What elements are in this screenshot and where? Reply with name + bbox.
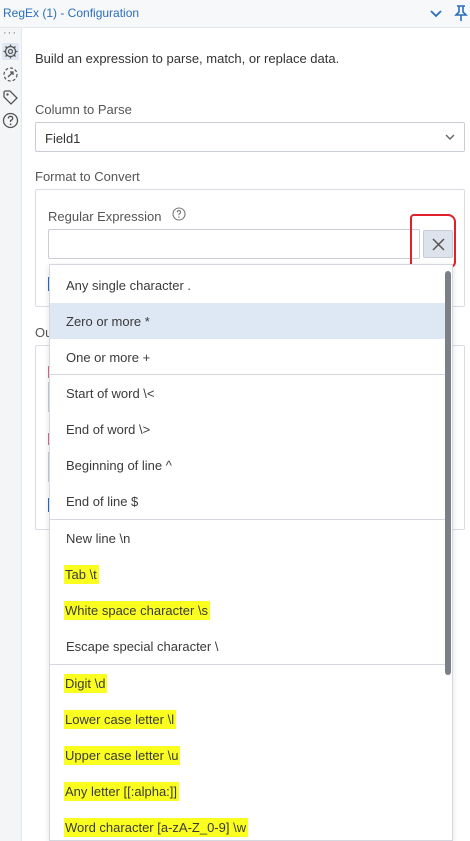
regular-expression-input[interactable]: [48, 229, 420, 259]
menu-item-label: Tab \t: [64, 565, 99, 584]
tool-description: Build an expression to parse, match, or …: [35, 51, 340, 66]
format-to-convert-label: Format to Convert: [35, 169, 140, 184]
menu-item-label: End of line $: [66, 494, 139, 509]
menu-item-digit[interactable]: Digit \d: [50, 665, 446, 701]
menu-item-label: Any letter [[:alpha:]]: [64, 782, 180, 801]
menu-item-word-character[interactable]: Word character [a-zA-Z_0-9] \w: [50, 809, 446, 840]
menu-item-new-line[interactable]: New line \n: [50, 520, 446, 556]
gear-icon[interactable]: [2, 43, 19, 60]
menu-item-white-space[interactable]: White space character \s: [50, 592, 446, 628]
menu-item-label: Any single character .: [66, 278, 192, 293]
menu-item-label: Lower case letter \l: [64, 710, 177, 729]
pin-icon[interactable]: [453, 4, 469, 22]
menu-item-zero-or-more[interactable]: Zero or more *: [50, 303, 446, 339]
more-dots-icon[interactable]: ···: [3, 27, 17, 39]
menu-item-end-of-line[interactable]: End of line $: [50, 483, 446, 519]
menu-item-label: End of word \>: [66, 422, 151, 437]
menu-item-any-single-character[interactable]: Any single character .: [50, 267, 446, 303]
menu-item-one-or-more[interactable]: One or more +: [50, 339, 446, 375]
question-icon[interactable]: [172, 207, 186, 221]
annotation-highlight-box: [410, 214, 456, 268]
menu-item-end-of-word[interactable]: End of word \>: [50, 411, 446, 447]
column-to-parse-value: Field1: [45, 131, 81, 146]
regex-label: Regular Expression: [48, 209, 162, 224]
menu-item-escape-special[interactable]: Escape special character \: [50, 628, 446, 664]
side-toolbar: ···: [0, 27, 22, 841]
tag-icon[interactable]: [2, 89, 19, 106]
column-to-parse-select[interactable]: Field1: [35, 122, 465, 152]
regex-tokens-menu[interactable]: Any single character . Zero or more * On…: [49, 264, 453, 841]
menu-item-lower-case-letter[interactable]: Lower case letter \l: [50, 701, 446, 737]
chevron-down-icon: [445, 134, 455, 140]
menu-item-label: Digit \d: [64, 674, 108, 693]
title-bar: RegEx (1) - Configuration: [0, 0, 470, 28]
menu-item-label: Zero or more *: [66, 314, 150, 329]
column-to-parse-label: Column to Parse: [35, 102, 132, 117]
menu-item-label: New line \n: [66, 531, 131, 546]
menu-scrollbar[interactable]: [445, 271, 451, 675]
menu-item-beginning-of-line[interactable]: Beginning of line ^: [50, 447, 446, 483]
chevron-down-icon[interactable]: [428, 6, 444, 22]
window-title: RegEx (1) - Configuration: [3, 6, 140, 20]
menu-item-any-letter[interactable]: Any letter [[:alpha:]]: [50, 773, 446, 809]
menu-item-label: Escape special character \: [66, 639, 219, 654]
menu-item-label: Word character [a-zA-Z_0-9] \w: [64, 818, 249, 837]
navigate-icon[interactable]: [2, 66, 19, 83]
menu-item-label: One or more +: [66, 350, 151, 365]
menu-item-label: White space character \s: [64, 601, 211, 620]
menu-item-label: Upper case letter \u: [64, 746, 181, 765]
menu-item-tab[interactable]: Tab \t: [50, 556, 446, 592]
menu-item-start-of-word[interactable]: Start of word \<: [50, 375, 446, 411]
menu-item-upper-case-letter[interactable]: Upper case letter \u: [50, 737, 446, 773]
menu-item-label: Start of word \<: [66, 386, 155, 401]
help-icon[interactable]: [2, 112, 19, 129]
menu-item-label: Beginning of line ^: [66, 458, 172, 473]
